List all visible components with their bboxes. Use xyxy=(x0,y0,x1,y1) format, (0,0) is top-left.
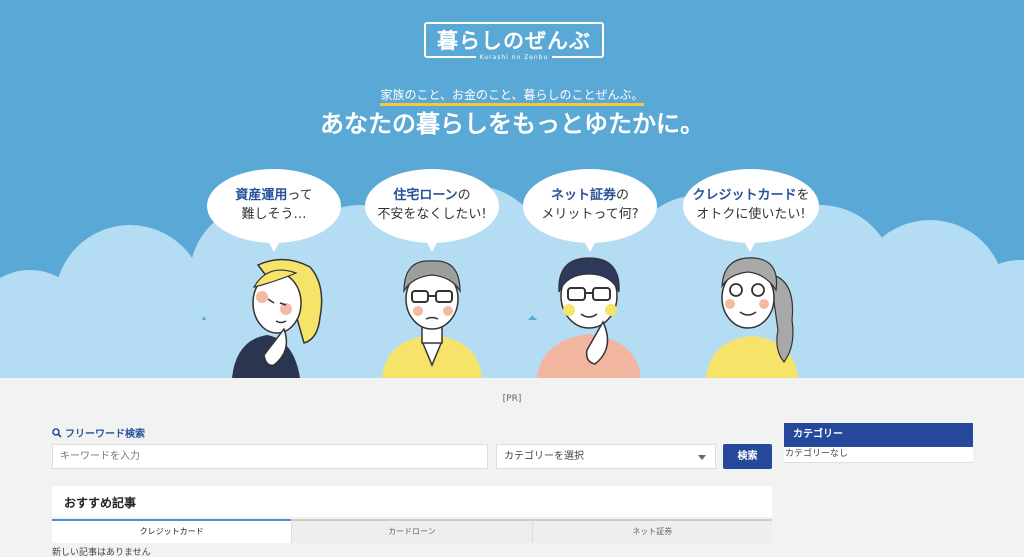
sidebar-category-heading: カテゴリー xyxy=(784,423,973,447)
speech-bubble-home-loan: 住宅ローンの 不安をなくしたい! xyxy=(365,169,499,252)
tab-online-securities[interactable]: ネット証券 xyxy=(531,519,772,543)
free-word-search-label: フリーワード検索 xyxy=(52,425,145,440)
search-icon xyxy=(52,427,62,438)
person-illustration-woman-blonde xyxy=(232,258,323,378)
person-illustration-man-pink xyxy=(537,257,641,378)
tab-credit-card[interactable]: クレジットカード xyxy=(52,519,292,543)
logo-text: 暮らしのぜんぶ xyxy=(437,29,591,53)
search-button[interactable]: 検索 xyxy=(723,444,772,469)
speech-bubble-asset-management: 資産運用って 難しそう… xyxy=(207,169,341,252)
pr-label: [PR] xyxy=(502,394,522,404)
recommended-articles-title: おすすめ記事 xyxy=(64,496,137,510)
hero-banner: 暮らしのぜんぶ Kurashi no Zenbu 家族のこと、お金のこと、暮らし… xyxy=(0,0,1024,378)
category-select-value: カテゴリーを選択 xyxy=(504,451,584,462)
tagline-main: あなたの暮らしをもっとゆたかに。 xyxy=(320,110,704,138)
person-illustration-woman-grey-hair xyxy=(706,257,798,378)
site-logo[interactable]: 暮らしのぜんぶ Kurashi no Zenbu xyxy=(424,22,604,64)
recommended-tabs: クレジットカード カードローン ネット証券 xyxy=(52,519,772,543)
sidebar-category-empty: カテゴリーなし xyxy=(784,447,973,463)
logo-subtitle: Kurashi no Zenbu xyxy=(424,54,604,61)
keyword-search-input[interactable] xyxy=(52,444,488,469)
chevron-down-icon xyxy=(698,455,706,460)
no-articles-message: 新しい記事はありません xyxy=(52,548,151,557)
category-select[interactable]: カテゴリーを選択 xyxy=(496,444,716,469)
speech-bubble-online-securities: ネット証券の メリットって何? xyxy=(523,169,657,252)
recommended-articles-header: おすすめ記事 xyxy=(52,486,772,517)
person-illustration-man-glasses xyxy=(382,260,482,378)
tab-card-loan[interactable]: カードローン xyxy=(291,519,532,543)
speech-bubble-credit-card: クレジットカードを オトクに使いたい! xyxy=(683,169,819,252)
tagline-small: 家族のこと、お金のこと、暮らしのことぜんぶ。 xyxy=(0,86,1024,106)
